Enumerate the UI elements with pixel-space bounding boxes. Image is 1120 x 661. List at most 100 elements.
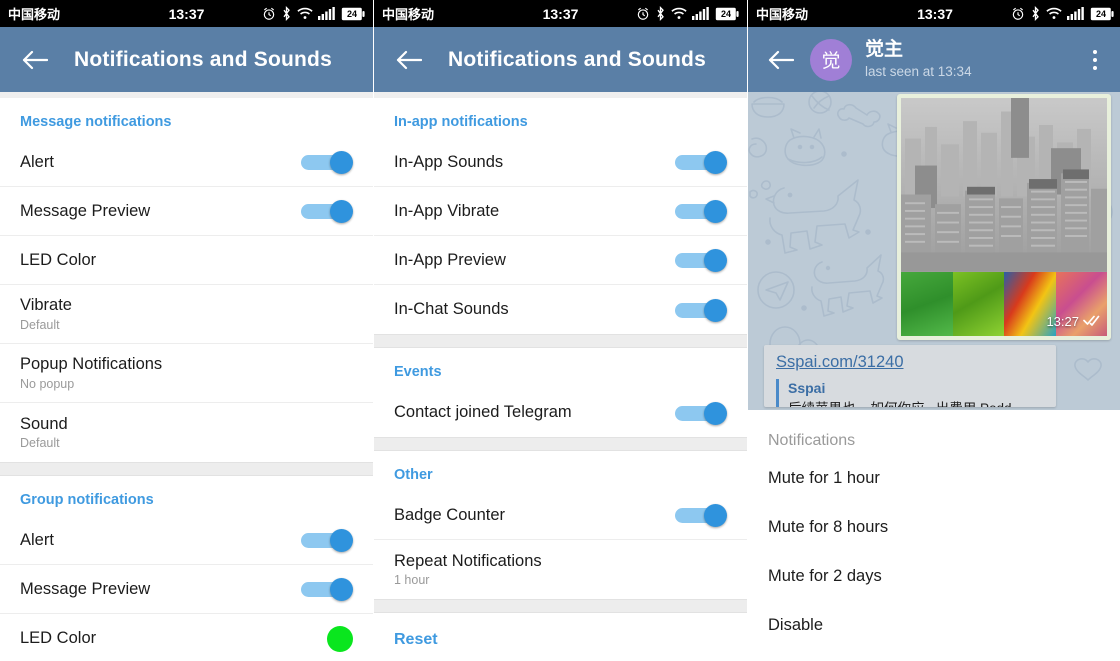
contact-name: 觉主 [865,38,904,60]
settings-list-2: In-app notifications In-App Sounds In-Ap… [374,98,747,649]
action-disable[interactable]: Disable [768,601,1102,650]
toggle-group-alert[interactable] [301,529,353,552]
signal-icon [692,7,710,20]
notifications-action-sheet: Notifications Mute for 1 hour Mute for 8… [748,410,1120,661]
row-sound[interactable]: Sound Default [0,403,373,462]
row-alert[interactable]: Alert [0,138,373,187]
avatar[interactable]: 觉 [810,38,852,81]
toggle-contact-joined-telegram[interactable] [675,401,727,425]
signal-icon [1067,7,1085,20]
battery-level: 24 [1095,8,1106,19]
section-header-events: Events [394,364,442,380]
panel-notifications-settings-1: 中国移动 13:37 24 Notifications and Sounds M… [0,0,373,661]
page-title: Notifications and Sounds [74,47,332,71]
row-label: In-App Preview [394,250,506,269]
bluetooth-icon [655,6,666,21]
toggle-badge-counter[interactable] [675,504,727,527]
status-bar: 中国移动 13:37 24 [0,0,373,27]
link-preview-url[interactable]: Sspai.com/31240 [776,352,1044,373]
bluetooth-icon [281,6,292,21]
section-divider-3 [374,437,747,451]
action-sheet-header: Notifications [768,432,856,449]
message-timestamp: 13:27 [1046,314,1079,329]
alarm-icon [262,7,276,21]
carrier-label: 中国移动 [756,7,809,22]
section-header-in-app-notifications: In-app notifications [394,114,528,130]
status-bar: 中国移动 13:37 24 [374,0,747,27]
section-divider-1 [0,462,373,476]
row-popup-notifications[interactable]: Popup Notifications No popup [0,344,373,403]
row-label: Repeat Notifications [394,551,542,570]
row-led-color[interactable]: LED Color [0,236,373,285]
row-label: Popup Notifications [20,355,163,374]
row-label: Sound [20,414,68,433]
photo-message-bubble[interactable]: 13:27 [897,94,1111,340]
link-preview-description: 后续苹果也....如何你应...出费用 Podd... [788,400,1044,407]
chat-app-bar: 觉 觉主 last seen at 13:34 [748,27,1120,92]
page-title: Notifications and Sounds [448,47,706,71]
battery-icon: 24 [715,7,739,21]
three-panel-screenshot: 中国移动 13:37 24 Notifications and Sounds M… [0,0,1120,661]
row-label: Badge Counter [394,505,505,524]
row-contact-joined-telegram[interactable]: Contact joined Telegram [374,388,747,437]
link-preview-body: Sspai 后续苹果也....如何你应...出费用 Podd... [776,379,1044,407]
row-label: LED Color [20,629,97,648]
row-badge-counter[interactable]: Badge Counter [374,491,747,540]
alarm-icon [1011,7,1025,21]
row-group-message-preview[interactable]: Message Preview [0,565,373,614]
carrier-label: 中国移动 [382,7,435,22]
signal-icon [318,7,336,20]
toggle-alert[interactable] [301,151,353,174]
link-preview-site: Sspai [788,380,826,397]
row-label: In-Chat Sounds [394,300,509,319]
toggle-in-app-sounds[interactable] [675,151,727,174]
contact-status: last seen at 13:34 [865,63,972,79]
row-in-app-preview[interactable]: In-App Preview [374,236,747,285]
row-repeat-notifications[interactable]: Repeat Notifications 1 hour [374,540,747,599]
battery-level: 24 [720,8,731,19]
row-label: Contact joined Telegram [394,403,572,422]
overflow-menu-icon[interactable] [1082,43,1108,77]
back-arrow-icon[interactable] [764,43,798,77]
led-color-swatch[interactable] [327,625,353,652]
row-in-app-sounds[interactable]: In-App Sounds [374,138,747,187]
toggle-in-app-preview[interactable] [675,249,727,272]
row-in-chat-sounds[interactable]: In-Chat Sounds [374,285,747,334]
row-label: Message Preview [20,579,151,598]
row-message-preview[interactable]: Message Preview [0,187,373,236]
back-arrow-icon[interactable] [392,43,426,77]
strip-leaves [952,271,1004,336]
link-preview-card[interactable]: Sspai.com/31240 Sspai 后续苹果也....如何你应...出费… [764,345,1056,407]
status-bar: 中国移动 13:37 24 [748,0,1120,27]
action-mute-1-hour[interactable]: Mute for 1 hour [768,454,1102,503]
row-label: In-App Vibrate [394,201,500,220]
action-mute-8-hours[interactable]: Mute for 8 hours [768,503,1102,552]
row-subtitle: No popup [20,376,75,391]
battery-level: 24 [346,8,357,19]
row-subtitle: Default [20,317,60,332]
row-in-app-vibrate[interactable]: In-App Vibrate [374,187,747,236]
section-divider-4 [374,599,747,613]
row-vibrate[interactable]: Vibrate Default [0,285,373,344]
section-header-message-notifications: Message notifications [20,114,172,130]
cityscape-photo [901,98,1107,272]
row-subtitle: Default [20,436,60,451]
action-mute-2-days[interactable]: Mute for 2 days [768,552,1102,601]
section-header-group-notifications: Group notifications [20,492,154,508]
chat-header-titles[interactable]: 觉主 last seen at 13:34 [865,39,972,80]
reset-link[interactable]: Reset [374,613,747,649]
panel-notifications-settings-2: 中国移动 13:37 24 Notifications and Sounds I… [374,0,747,661]
double-check-icon [1083,314,1101,329]
row-label: Vibrate [20,296,72,315]
toggle-in-chat-sounds[interactable] [675,298,727,322]
back-arrow-icon[interactable] [18,43,52,77]
row-group-alert[interactable]: Alert [0,516,373,565]
row-label: Alert [20,152,54,171]
toggle-message-preview[interactable] [301,200,353,223]
status-bar-icons: 24 [636,6,739,21]
row-group-led-color[interactable]: LED Color [0,614,373,661]
app-bar-2: Notifications and Sounds [374,27,747,92]
toggle-group-message-preview[interactable] [301,578,353,601]
row-label: LED Color [20,250,97,269]
toggle-in-app-vibrate[interactable] [675,200,727,223]
